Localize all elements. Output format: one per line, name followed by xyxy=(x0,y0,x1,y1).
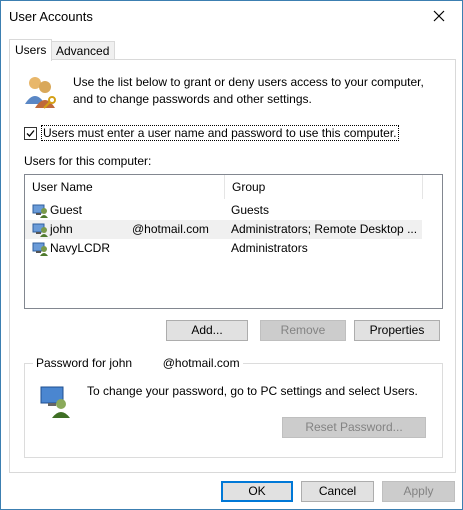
window-title: User Accounts xyxy=(9,9,93,24)
add-button[interactable]: Add... xyxy=(166,320,248,341)
password-instructions: To change your password, go to PC settin… xyxy=(87,384,418,398)
require-login-row: Users must enter a user name and passwor… xyxy=(24,125,399,141)
table-row[interactable]: NavyLCDR Administrators xyxy=(25,239,422,258)
user-group: Guests xyxy=(231,203,270,217)
column-username-label: User Name xyxy=(32,180,93,194)
user-group: Administrators; Remote Desktop ... xyxy=(231,222,418,236)
password-groupbox: Password for john @hotmail.com To change… xyxy=(24,356,443,458)
reset-password-button[interactable]: Reset Password... xyxy=(282,417,426,438)
remove-button[interactable]: Remove xyxy=(260,320,346,341)
column-group-label: Group xyxy=(232,180,266,194)
ok-button[interactable]: OK xyxy=(221,481,293,502)
users-icon xyxy=(24,74,58,113)
user-key-icon xyxy=(39,384,71,421)
list-header: User Name Group xyxy=(25,175,442,199)
table-row[interactable]: Guest Guests xyxy=(25,201,422,220)
users-listview[interactable]: User Name Group Guest Guests john @hotma… xyxy=(24,174,443,309)
tab-users-label: Users xyxy=(15,43,47,57)
password-group-user: Password for john xyxy=(36,356,133,370)
password-group-email: @hotmail.com xyxy=(162,356,240,370)
close-icon xyxy=(433,10,445,22)
require-login-checkbox[interactable] xyxy=(24,126,37,140)
require-login-label[interactable]: Users must enter a user name and passwor… xyxy=(41,125,399,141)
user-icon xyxy=(32,240,48,259)
column-header-username[interactable]: User Name xyxy=(25,175,225,199)
tab-advanced-label: Advanced xyxy=(56,44,110,58)
user-group: Administrators xyxy=(231,241,308,255)
column-header-group[interactable]: Group xyxy=(225,175,423,199)
users-tab-panel: Use the list below to grant or deny user… xyxy=(9,59,456,473)
user-name: Guest xyxy=(50,203,83,217)
tab-advanced[interactable]: Advanced xyxy=(50,41,116,60)
password-group-legend: Password for john @hotmail.com xyxy=(33,356,243,370)
user-name: NavyLCDR xyxy=(50,241,111,255)
users-list-label: Users for this computer: xyxy=(24,154,152,168)
user-icon xyxy=(32,221,48,240)
properties-button[interactable]: Properties xyxy=(354,320,440,341)
user-accounts-dialog: User Accounts Users Advanced Use the lis… xyxy=(0,0,463,510)
table-row[interactable]: john @hotmail.com Administrators; Remote… xyxy=(25,220,422,239)
apply-button[interactable]: Apply xyxy=(382,481,455,502)
title-bar: User Accounts xyxy=(1,1,462,31)
intro-text: Use the list below to grant or deny user… xyxy=(73,75,424,106)
user-icon xyxy=(32,202,48,221)
checkmark-icon xyxy=(26,129,35,137)
user-email: @hotmail.com xyxy=(132,222,209,236)
tab-users[interactable]: Users xyxy=(9,39,53,61)
cancel-button[interactable]: Cancel xyxy=(301,481,374,502)
user-name: john xyxy=(50,222,73,236)
close-button[interactable] xyxy=(416,1,462,31)
